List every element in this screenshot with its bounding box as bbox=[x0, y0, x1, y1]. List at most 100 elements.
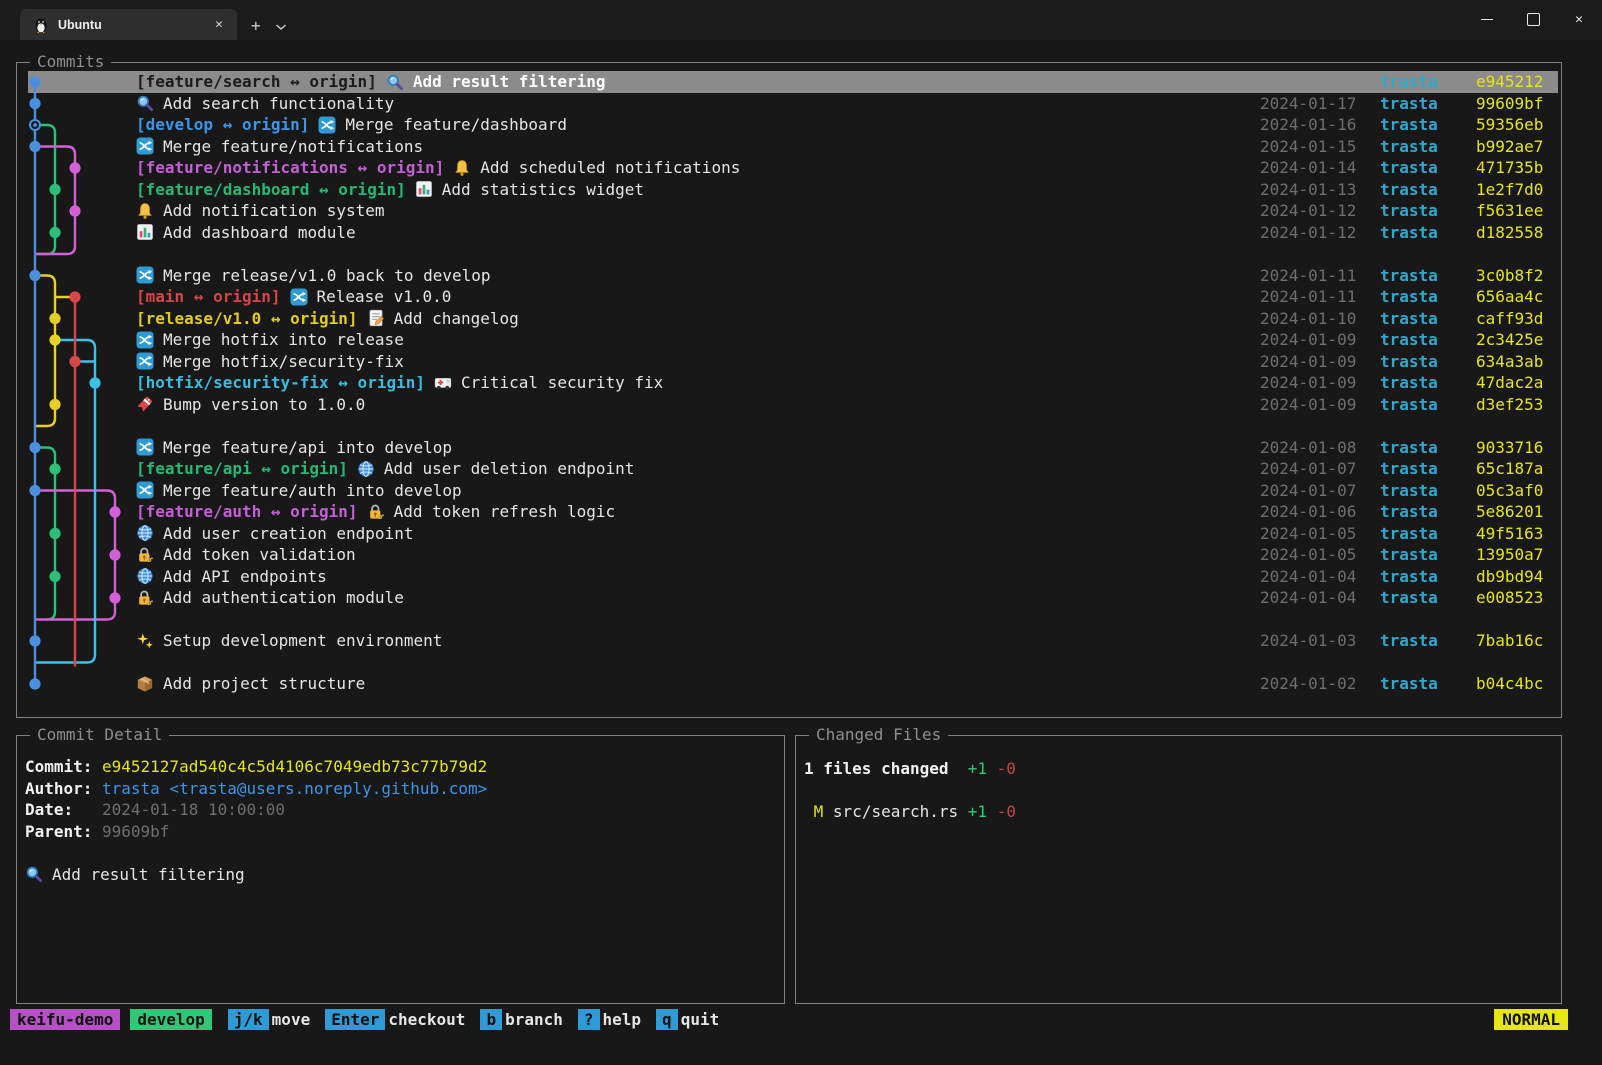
sparkles-icon bbox=[136, 632, 154, 650]
commit-date: 2024-01-02 bbox=[1260, 674, 1356, 693]
maximize-button[interactable] bbox=[1510, 0, 1556, 38]
commit-row[interactable]: Add notification system2024-01-12trastaf… bbox=[28, 200, 1558, 222]
commit-row[interactable]: Merge hotfix/security-fix2024-01-09trast… bbox=[28, 351, 1558, 373]
titlebar: Ubuntu ✕ + ✕ bbox=[0, 0, 1602, 40]
changed-file-row[interactable]: M src/search.rs +1 -0 bbox=[804, 801, 1561, 823]
linux-penguin-icon bbox=[32, 16, 50, 34]
commit-author: trasta bbox=[1380, 524, 1438, 543]
tab-ubuntu[interactable]: Ubuntu ✕ bbox=[20, 9, 237, 40]
commit-author: trasta bbox=[1380, 158, 1438, 177]
commit-subject: Add project structure bbox=[163, 674, 365, 693]
commit-date: 2024-01-08 bbox=[1260, 438, 1356, 457]
key-hint-key: Enter bbox=[325, 1009, 385, 1030]
commit-author: trasta bbox=[1380, 309, 1438, 328]
commit-row[interactable]: Add token validation2024-01-05trasta1395… bbox=[28, 544, 1558, 566]
tab-close-icon[interactable]: ✕ bbox=[209, 17, 229, 32]
commit-message-text: Add result filtering bbox=[52, 864, 245, 886]
commit-row[interactable]: [feature/dashboard ↔ origin]Add statisti… bbox=[28, 179, 1558, 201]
commit-row[interactable]: Add project structure2024-01-02trastab04… bbox=[28, 673, 1558, 695]
key-hint-label: checkout bbox=[388, 1010, 465, 1029]
commit-author: trasta bbox=[1380, 287, 1438, 306]
commit-message-cell: [feature/search ↔ origin]Add result filt… bbox=[136, 72, 1260, 91]
commit-author: trasta bbox=[1380, 201, 1438, 220]
close-button[interactable]: ✕ bbox=[1556, 0, 1602, 38]
terminal-window: Ubuntu ✕ + ✕ Commits [feature/search ↔ o… bbox=[0, 0, 1602, 1065]
commit-row[interactable]: Add dashboard module2024-01-12trastad182… bbox=[28, 222, 1558, 244]
commit-subject: Merge release/v1.0 back to develop bbox=[163, 266, 491, 285]
commit-subject: Add search functionality bbox=[163, 94, 394, 113]
commit-row[interactable]: Add search functionality2024-01-17trasta… bbox=[28, 93, 1558, 115]
commit-message-cell: Add user creation endpoint bbox=[136, 524, 1260, 543]
commit-hash: 5e86201 bbox=[1476, 502, 1558, 521]
commit-message-cell: Setup development environment bbox=[136, 631, 1260, 650]
commit-row[interactable]: Add authentication module2024-01-04trast… bbox=[28, 587, 1558, 609]
commit-row[interactable]: Merge hotfix into release2024-01-09trast… bbox=[28, 329, 1558, 351]
new-tab-button[interactable]: + bbox=[251, 16, 261, 35]
commit-message-cell: [release/v1.0 ↔ origin]Add changelog bbox=[136, 309, 1260, 328]
detail-field-value: 2024-01-18 10:00:00 bbox=[102, 799, 285, 821]
commit-subject: Merge feature/notifications bbox=[163, 137, 423, 156]
branch-ref-label: [develop ↔ origin] bbox=[136, 115, 309, 134]
commit-date: 2024-01-05 bbox=[1260, 545, 1356, 564]
commit-subject: Add changelog bbox=[394, 309, 519, 328]
bar-chart-icon bbox=[136, 223, 154, 241]
key-hint-label: help bbox=[603, 1010, 642, 1029]
commit-date: 2024-01-12 bbox=[1260, 201, 1356, 220]
globe-icon bbox=[357, 460, 375, 478]
minimize-button[interactable] bbox=[1464, 0, 1510, 38]
commit-author: trasta bbox=[1380, 115, 1438, 134]
commit-row[interactable]: [main ↔ origin]Release v1.0.02024-01-11t… bbox=[28, 286, 1558, 308]
merge-icon bbox=[136, 438, 154, 456]
commit-date: 2024-01-06 bbox=[1260, 502, 1356, 521]
commit-row[interactable]: [feature/api ↔ origin]Add user deletion … bbox=[28, 458, 1558, 480]
commit-message: Add result filtering bbox=[25, 864, 784, 886]
tab-dropdown-icon[interactable] bbox=[275, 16, 287, 35]
file-path: src/search.rs bbox=[833, 802, 958, 821]
commit-date: 2024-01-07 bbox=[1260, 481, 1356, 500]
commit-row[interactable]: Add API endpoints2024-01-04trastadb9bd94 bbox=[28, 566, 1558, 588]
commit-row[interactable]: Merge feature/api into develop 2024-01-08… bbox=[28, 437, 1558, 459]
commit-row[interactable]: [release/v1.0 ↔ origin]Add changelog2024… bbox=[28, 308, 1558, 330]
search-icon bbox=[386, 73, 404, 91]
commit-hash: 65c187a bbox=[1476, 459, 1558, 478]
commit-hash: d3ef253 bbox=[1476, 395, 1558, 414]
detail-field-label: Date: bbox=[25, 799, 102, 821]
commit-date: 2024-01-07 bbox=[1260, 459, 1356, 478]
commit-message-cell: [feature/notifications ↔ origin]Add sche… bbox=[136, 158, 1260, 177]
commit-author: trasta bbox=[1380, 567, 1438, 586]
commit-author: trasta bbox=[1380, 373, 1438, 392]
commit-author: trasta bbox=[1380, 223, 1438, 242]
commit-date: 2024-01-17 bbox=[1260, 94, 1356, 113]
commit-row[interactable]: [feature/auth ↔ origin]Add token refresh… bbox=[28, 501, 1558, 523]
key-hint-key: b bbox=[480, 1009, 502, 1030]
commit-subject: Add authentication module bbox=[163, 588, 404, 607]
commit-row[interactable]: Merge feature/notifications2024-01-15tra… bbox=[28, 136, 1558, 158]
commit-message-cell: Bump version to 1.0.0 bbox=[136, 395, 1260, 414]
key-hint-key: ? bbox=[578, 1009, 600, 1030]
commit-date: 2024-01-14 bbox=[1260, 158, 1356, 177]
commit-hash: e945212 bbox=[1476, 72, 1558, 91]
deletions-count: -0 bbox=[997, 759, 1016, 778]
commit-subject: Add notification system bbox=[163, 201, 385, 220]
commit-message-cell: [develop ↔ origin] Merge feature/dashboar… bbox=[136, 115, 1260, 134]
commit-row[interactable]: Add user creation endpoint2024-01-05tras… bbox=[28, 523, 1558, 545]
commit-row[interactable]: [hotfix/security-fix ↔ origin]Critical s… bbox=[28, 372, 1558, 394]
commit-hash: 2c3425e bbox=[1476, 330, 1558, 349]
commit-date: 2024-01-12 bbox=[1260, 223, 1356, 242]
commit-subject: Add user deletion endpoint bbox=[384, 459, 634, 478]
commit-row[interactable]: Setup development environment2024-01-03t… bbox=[28, 630, 1558, 652]
commit-row[interactable]: [feature/search ↔ origin]Add result filt… bbox=[28, 71, 1558, 93]
commit-subject: Release v1.0.0 bbox=[317, 287, 452, 306]
commit-message-cell: Merge hotfix into release bbox=[136, 330, 1260, 349]
merge-icon bbox=[136, 137, 154, 155]
commit-row[interactable]: [develop ↔ origin] Merge feature/dashboar… bbox=[28, 114, 1558, 136]
merge-icon bbox=[136, 481, 154, 499]
commit-subject: Add API endpoints bbox=[163, 567, 327, 586]
commit-author: trasta bbox=[1380, 266, 1438, 285]
commit-row[interactable]: Merge feature/auth into develop2024-01-0… bbox=[28, 480, 1558, 502]
commit-subject: Merge feature/api into develop bbox=[163, 438, 452, 457]
commit-row[interactable]: Merge release/v1.0 back to develop2024-0… bbox=[28, 265, 1558, 287]
commit-subject: Merge feature/dashboard bbox=[345, 115, 567, 134]
commit-row[interactable]: Bump version to 1.0.02024-01-09trastad3e… bbox=[28, 394, 1558, 416]
commit-row[interactable]: [feature/notifications ↔ origin]Add sche… bbox=[28, 157, 1558, 179]
